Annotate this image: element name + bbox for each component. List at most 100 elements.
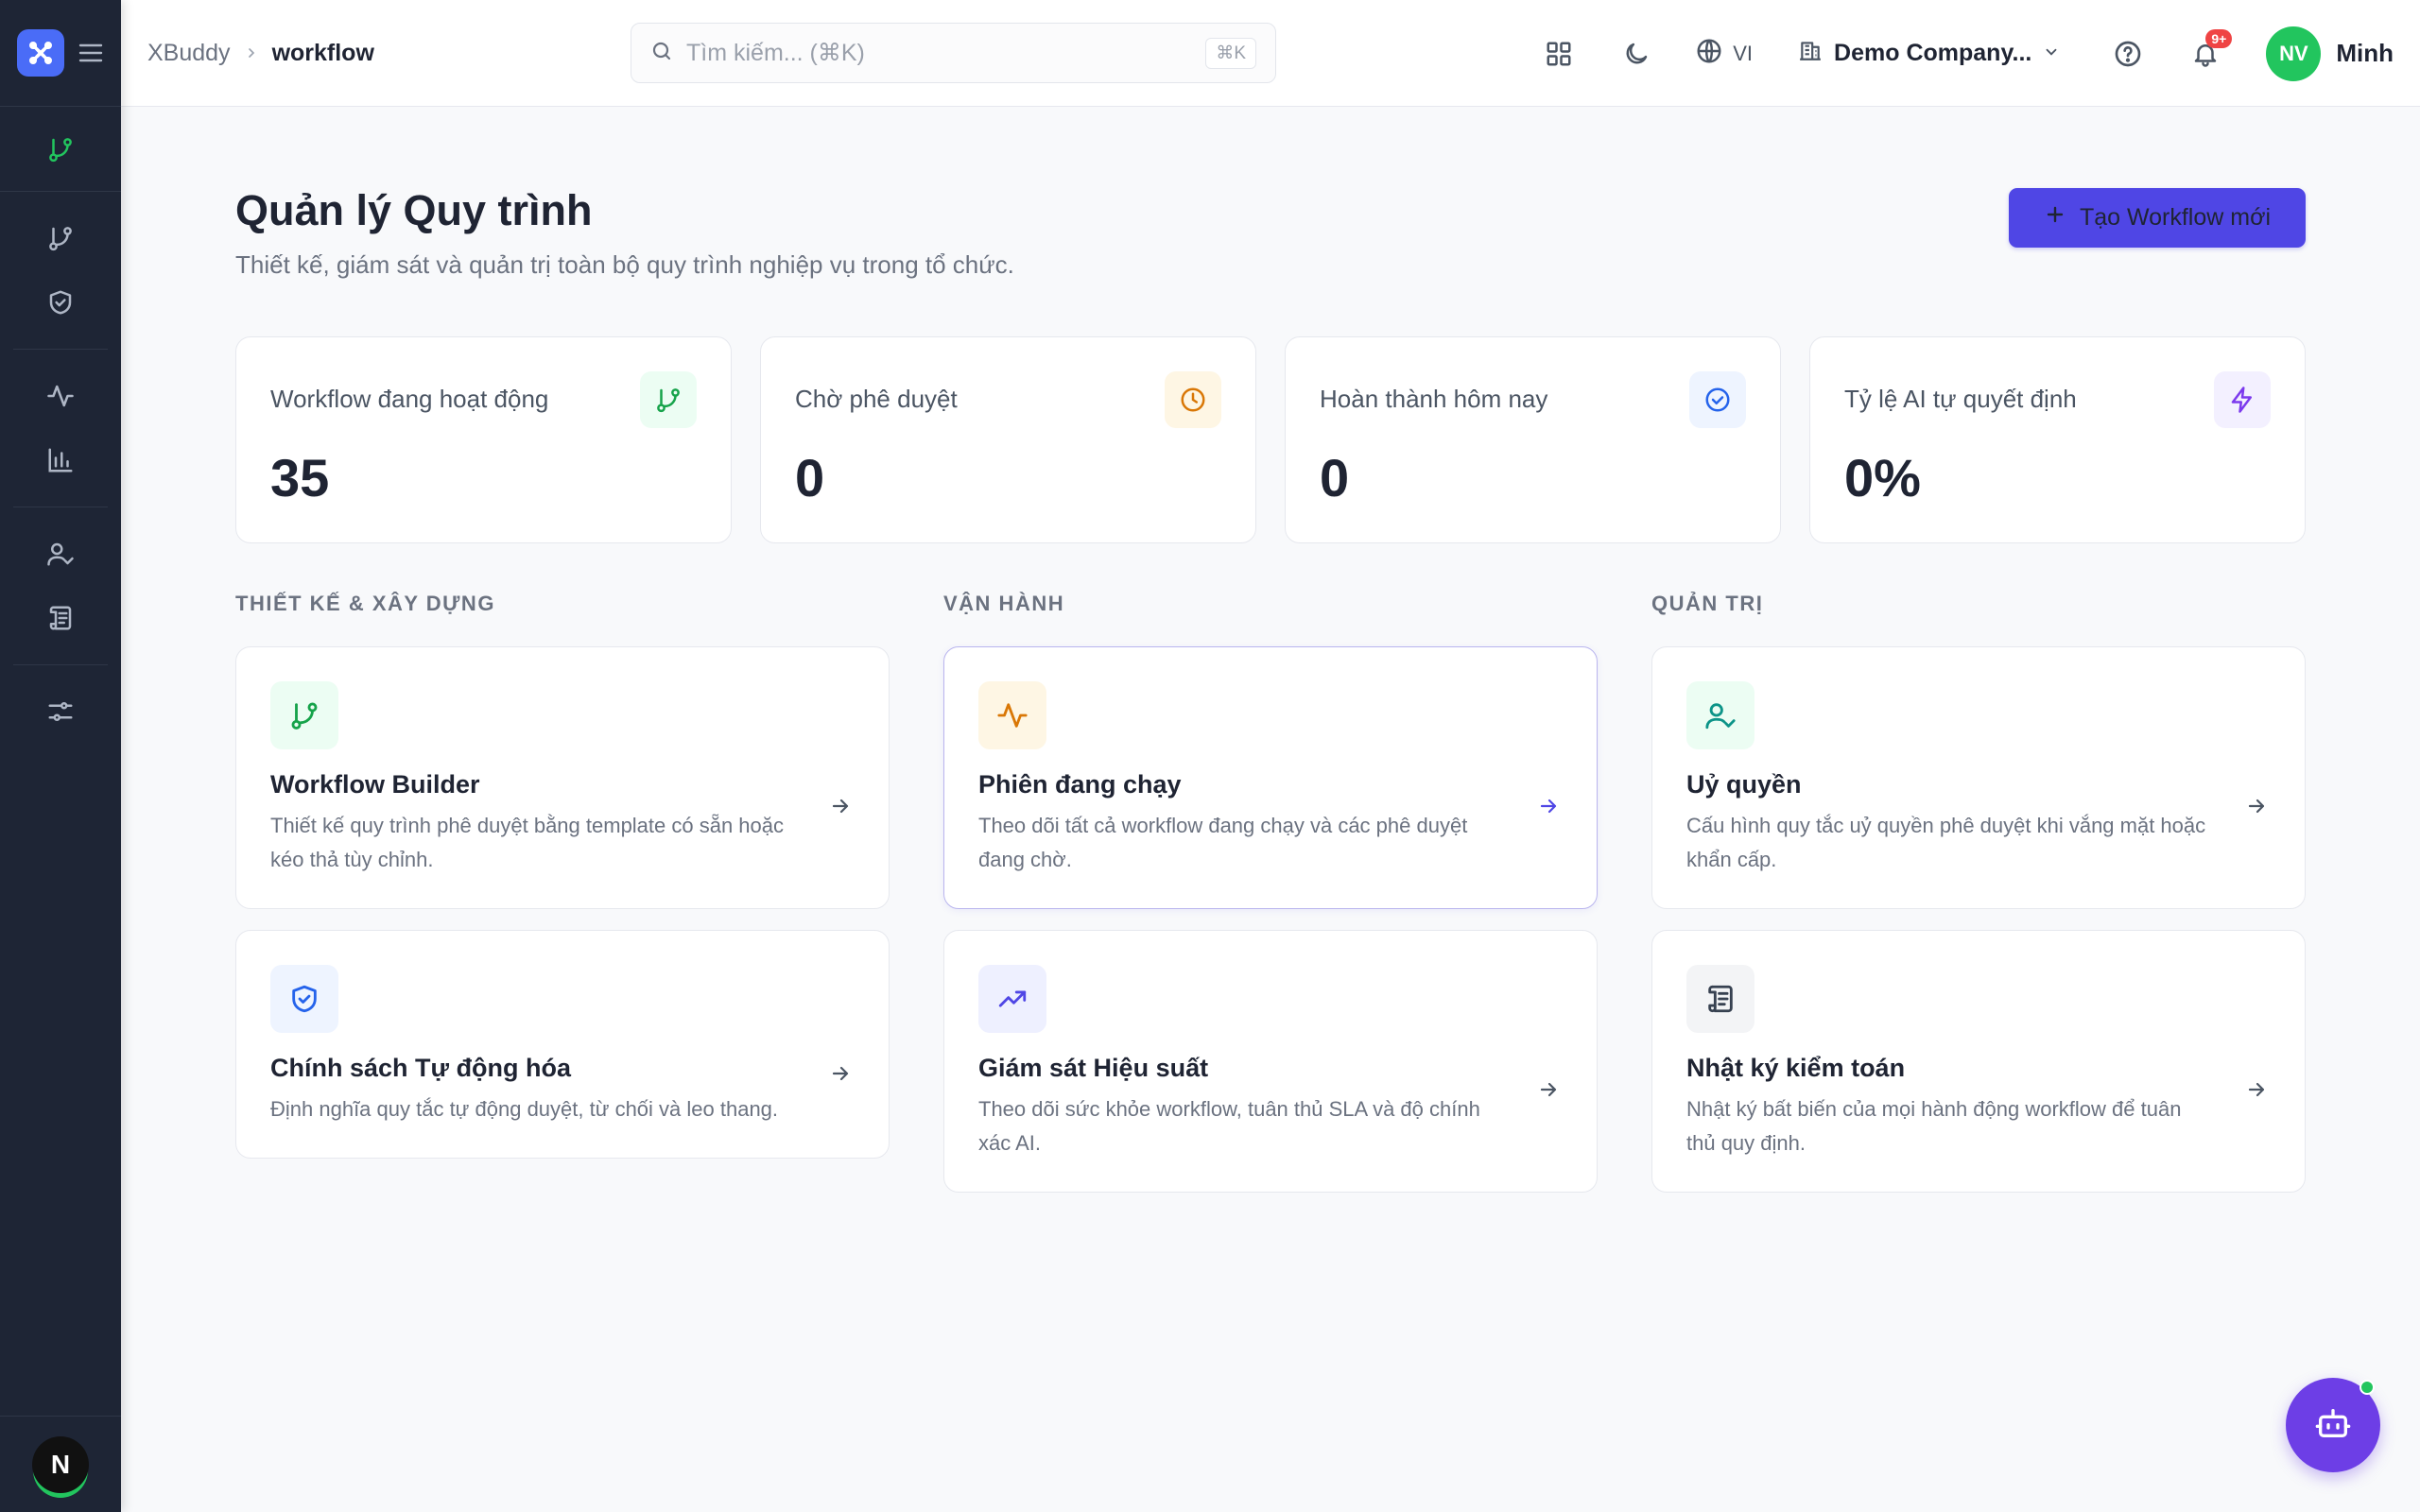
- arrow-right-icon: [2242, 1075, 2271, 1104]
- section-design: THIẾT KẾ & XÂY DỰNG Workflow Builder Thi…: [235, 592, 890, 1193]
- chevron-down-icon: [2043, 40, 2060, 67]
- search-shortcut: ⌘K: [1205, 37, 1256, 69]
- card-title: Nhật ký kiểm toán: [1686, 1054, 1906, 1082]
- sidebar-group-settings: [13, 665, 108, 758]
- bot-icon: [2314, 1404, 2352, 1447]
- sidebar-group-design: [13, 192, 108, 350]
- shield-check-icon[interactable]: [44, 286, 77, 318]
- header-actions: VI Demo Company... 9+ NV Minh: [1540, 0, 2394, 107]
- company-selector[interactable]: Demo Company...: [1798, 38, 2060, 69]
- stat-value: 35: [270, 448, 330, 507]
- stat-label: Workflow đang hoạt động: [270, 385, 549, 413]
- activity-icon: [978, 681, 1046, 749]
- arrow-right-icon: [1534, 1075, 1563, 1104]
- card-description: Nhật ký bất biến của mọi hành động workf…: [1686, 1097, 2182, 1155]
- card-workflow-builder[interactable]: Workflow Builder Thiết kế quy trình phê …: [235, 646, 890, 909]
- scroll-icon[interactable]: [44, 602, 77, 634]
- create-workflow-label: Tạo Workflow mới: [2079, 204, 2272, 231]
- sidebar-group-operate: [13, 350, 108, 507]
- trending-up-icon: [978, 965, 1046, 1033]
- ai-assistant-button[interactable]: [2286, 1378, 2380, 1472]
- notification-badge: 9+: [2205, 28, 2233, 48]
- chevron-right-icon: [244, 45, 259, 60]
- scroll-icon: [1686, 965, 1754, 1033]
- activity-icon[interactable]: [44, 380, 77, 412]
- bell-icon[interactable]: 9+: [2187, 28, 2233, 73]
- section-grid: THIẾT KẾ & XÂY DỰNG Workflow Builder Thi…: [235, 592, 2306, 1193]
- moon-icon[interactable]: [1617, 35, 1655, 73]
- help-icon[interactable]: [2109, 35, 2147, 73]
- section-admin: QUẢN TRỊ Uỷ quyền Cấu hình quy tắc uỷ qu…: [1651, 592, 2306, 1193]
- search-input[interactable]: Tìm kiếm... (⌘K): [686, 39, 1192, 67]
- stat-label: Chờ phê duyệt: [795, 385, 958, 413]
- stat-label: Tỷ lệ AI tự quyết định: [1844, 385, 2077, 413]
- top-header: XBuddy workflow Tìm kiếm... (⌘K) ⌘K VI D…: [121, 0, 2420, 107]
- user-name: Minh: [2336, 39, 2394, 67]
- stat-card-completed: Hoàn thành hôm nay 0: [1285, 336, 1781, 543]
- sliders-icon[interactable]: [44, 696, 77, 728]
- card-delegation[interactable]: Uỷ quyền Cấu hình quy tắc uỷ quyền phê d…: [1651, 646, 2306, 909]
- page-title: Quản lý Quy trình: [235, 186, 593, 234]
- card-audit-log[interactable]: Nhật ký kiểm toán Nhật ký bất biến của m…: [1651, 930, 2306, 1193]
- sidebar-avatar[interactable]: N: [32, 1435, 89, 1493]
- breadcrumb-root[interactable]: XBuddy: [147, 40, 231, 67]
- stat-card-pending: Chờ phê duyệt 0: [760, 336, 1256, 543]
- building-icon: [1798, 38, 1823, 69]
- card-title: Uỷ quyền: [1686, 770, 1802, 799]
- card-description: Thiết kế quy trình phê duyệt bằng templa…: [270, 814, 785, 871]
- sidebar-bottom: N: [0, 1416, 121, 1512]
- page-subtitle: Thiết kế, giám sát và quản trị toàn bộ q…: [235, 250, 1014, 279]
- stat-value: 0: [795, 448, 825, 507]
- sidebar-group-admin: [13, 507, 108, 665]
- clock-icon: [1165, 371, 1221, 428]
- card-automation-policy[interactable]: Chính sách Tự động hóa Định nghĩa quy tắ…: [235, 930, 890, 1159]
- bar-chart-icon[interactable]: [44, 444, 77, 476]
- online-status-dot: [2360, 1380, 2375, 1395]
- user-menu[interactable]: NV Minh: [2266, 26, 2394, 81]
- card-title: Phiên đang chạy: [978, 770, 1182, 799]
- stat-value: 0: [1320, 448, 1350, 507]
- card-title: Chính sách Tự động hóa: [270, 1054, 572, 1082]
- section-title: THIẾT KẾ & XÂY DỰNG: [235, 592, 495, 615]
- card-description: Theo dõi sức khỏe workflow, tuân thủ SLA…: [978, 1097, 1480, 1155]
- card-performance-monitor[interactable]: Giám sát Hiệu suất Theo dõi sức khỏe wor…: [943, 930, 1598, 1193]
- apps-grid-icon[interactable]: [1540, 35, 1578, 73]
- card-description: Định nghĩa quy tắc tự động duyệt, từ chố…: [270, 1097, 779, 1121]
- section-title: QUẢN TRỊ: [1651, 592, 1764, 615]
- create-workflow-button[interactable]: Tạo Workflow mới: [2009, 188, 2306, 248]
- stats-row: Workflow đang hoạt động 35 Chờ phê duyệt…: [235, 336, 2306, 543]
- avatar: NV: [2266, 26, 2322, 81]
- card-title: Workflow Builder: [270, 770, 480, 799]
- zap-icon: [2214, 371, 2271, 428]
- menu-icon[interactable]: [78, 40, 104, 66]
- check-circle-icon: [1689, 371, 1746, 428]
- section-title: VẬN HÀNH: [943, 592, 1065, 615]
- search-box[interactable]: Tìm kiếm... (⌘K) ⌘K: [631, 23, 1276, 83]
- globe-icon: [1695, 37, 1723, 71]
- branch-icon: [640, 371, 697, 428]
- sidebar-top: [0, 0, 121, 107]
- arrow-right-icon: [826, 1059, 855, 1088]
- card-description: Theo dõi tất cả workflow đang chạy và cá…: [978, 814, 1468, 871]
- card-title: Giám sát Hiệu suất: [978, 1054, 1209, 1082]
- sidebar-item-workflow[interactable]: [0, 107, 121, 192]
- user-check-icon: [1686, 681, 1754, 749]
- sidebar: N: [0, 0, 121, 1512]
- workflow-icon: [44, 133, 77, 165]
- plus-icon: [2044, 203, 2066, 232]
- arrow-right-icon: [2242, 792, 2271, 820]
- stat-value: 0%: [1844, 448, 1921, 507]
- branch-icon[interactable]: [44, 222, 77, 254]
- language-switcher[interactable]: VI: [1695, 37, 1753, 71]
- language-label: VI: [1733, 41, 1754, 65]
- app-logo[interactable]: [17, 29, 64, 77]
- company-name: Demo Company...: [1834, 40, 2032, 66]
- section-operate: VẬN HÀNH Phiên đang chạy Theo dõi tất cả…: [943, 592, 1598, 1193]
- arrow-right-icon: [1534, 792, 1563, 820]
- stat-card-active: Workflow đang hoạt động 35: [235, 336, 732, 543]
- breadcrumb: XBuddy workflow: [147, 40, 374, 67]
- user-check-icon[interactable]: [44, 538, 77, 570]
- search-icon: [650, 40, 673, 67]
- breadcrumb-current: workflow: [271, 39, 374, 66]
- card-running-sessions[interactable]: Phiên đang chạy Theo dõi tất cả workflow…: [943, 646, 1598, 909]
